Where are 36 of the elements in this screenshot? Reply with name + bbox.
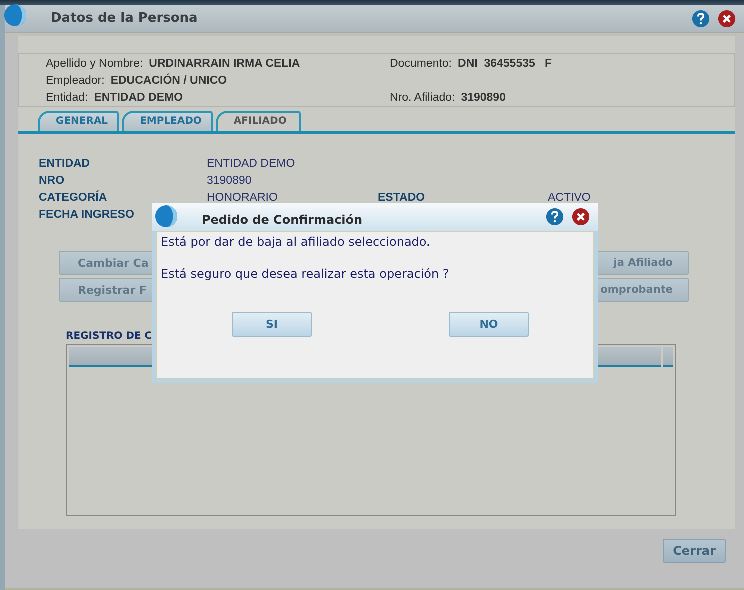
field-label: FECHA INGRESO [39,208,134,223]
field-value: URDINARRAIN IRMA CELIA [149,57,300,72]
window-title: Datos de la Persona [51,11,199,26]
field-value: EDUCACIÓN / UNICO [110,73,228,89]
tab[interactable]: AFILIADO [216,111,301,131]
field-value: 3190890 [461,91,506,106]
logo-icon [155,204,178,228]
field-value: 3190890 [207,174,252,189]
field-label: Apellido y Nombre: [46,57,144,72]
dialog-button[interactable]: SI [232,312,312,337]
field-label: NRO [39,174,65,189]
field-label: Nro. Afiliado: [390,91,456,106]
dialog-title: Pedido de Confirmación [202,213,364,227]
field-label: ESTADO [378,191,426,206]
dialog-message: Está por dar de baja al afiliado seleccionado. [161,234,432,251]
section-title: REGISTRO DE C [66,330,154,344]
close-icon[interactable] [718,10,736,28]
field-value: HONORARIO [207,191,278,206]
close-icon[interactable] [572,208,590,226]
field-label: Empleador: [46,74,105,89]
table-header [663,347,673,367]
logo-icon [4,4,27,27]
field-value: ENTIDAD DEMO [207,157,296,172]
field-label: ENTIDAD [39,157,90,172]
tab[interactable]: EMPLEADO [122,111,213,131]
close-button[interactable]: Cerrar [663,539,726,563]
field-label: CATEGORÍA [39,190,108,206]
field-value: ENTIDAD DEMO [94,91,184,106]
field-label: Documento: [390,57,452,72]
help-icon[interactable] [692,10,710,28]
field-value: ACTIVO [548,191,591,206]
tab[interactable]: GENERAL [38,111,120,131]
field-label: Entidad: [46,91,88,106]
dialog-button[interactable]: NO [449,312,529,337]
field-value: DNI 36455535 F [458,57,552,72]
help-icon[interactable] [546,208,564,226]
